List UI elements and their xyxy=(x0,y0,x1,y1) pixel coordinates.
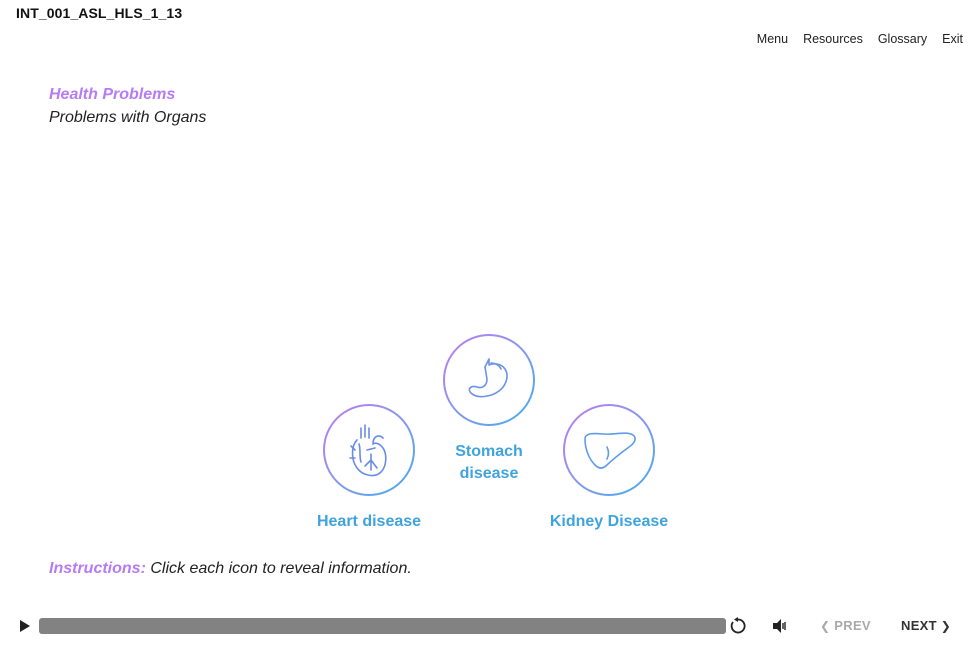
replay-icon xyxy=(730,617,746,634)
kidney-icon xyxy=(584,432,636,469)
exit-link[interactable]: Exit xyxy=(942,32,963,46)
stomach-circle[interactable] xyxy=(443,334,535,426)
section-title: Health Problems xyxy=(49,86,176,103)
instructions-text: Click each icon to reveal information. xyxy=(150,560,412,577)
volume-button[interactable] xyxy=(771,618,789,639)
prev-label: PREV xyxy=(834,618,871,633)
chevron-right-icon: ❯ xyxy=(940,619,952,633)
glossary-link[interactable]: Glossary xyxy=(878,32,927,46)
kidney-circle[interactable] xyxy=(563,404,655,496)
course-id: INT_001_ASL_HLS_1_13 xyxy=(16,5,183,21)
instructions: Instructions: Click each icon to reveal … xyxy=(49,560,412,578)
play-button[interactable] xyxy=(19,619,31,638)
prev-button[interactable]: ❮ PREV xyxy=(820,618,871,633)
top-nav: Menu Resources Glossary Exit xyxy=(757,32,963,46)
resources-link[interactable]: Resources xyxy=(803,32,863,46)
play-icon xyxy=(20,620,30,632)
heart-circle[interactable] xyxy=(323,404,415,496)
heart-icon xyxy=(349,424,387,477)
media-player-bar: ❮ PREV NEXT ❯ xyxy=(0,612,978,642)
progress-bar[interactable] xyxy=(39,618,726,634)
kidney-disease-button[interactable]: Kidney Disease xyxy=(529,404,689,533)
section-subtitle: Problems with Organs xyxy=(49,109,207,126)
stomach-icon xyxy=(468,358,508,398)
chevron-left-icon: ❮ xyxy=(820,619,831,633)
heart-disease-label: Heart disease xyxy=(316,513,422,530)
instructions-lead: Instructions: xyxy=(49,560,146,577)
stomach-disease-label: Stomach disease xyxy=(455,443,523,482)
next-button[interactable]: NEXT ❯ xyxy=(901,618,951,633)
kidney-disease-label: Kidney Disease xyxy=(549,513,669,530)
replay-button[interactable] xyxy=(729,617,747,640)
menu-link[interactable]: Menu xyxy=(757,32,788,46)
next-label: NEXT xyxy=(901,618,937,633)
speaker-icon xyxy=(773,619,786,633)
